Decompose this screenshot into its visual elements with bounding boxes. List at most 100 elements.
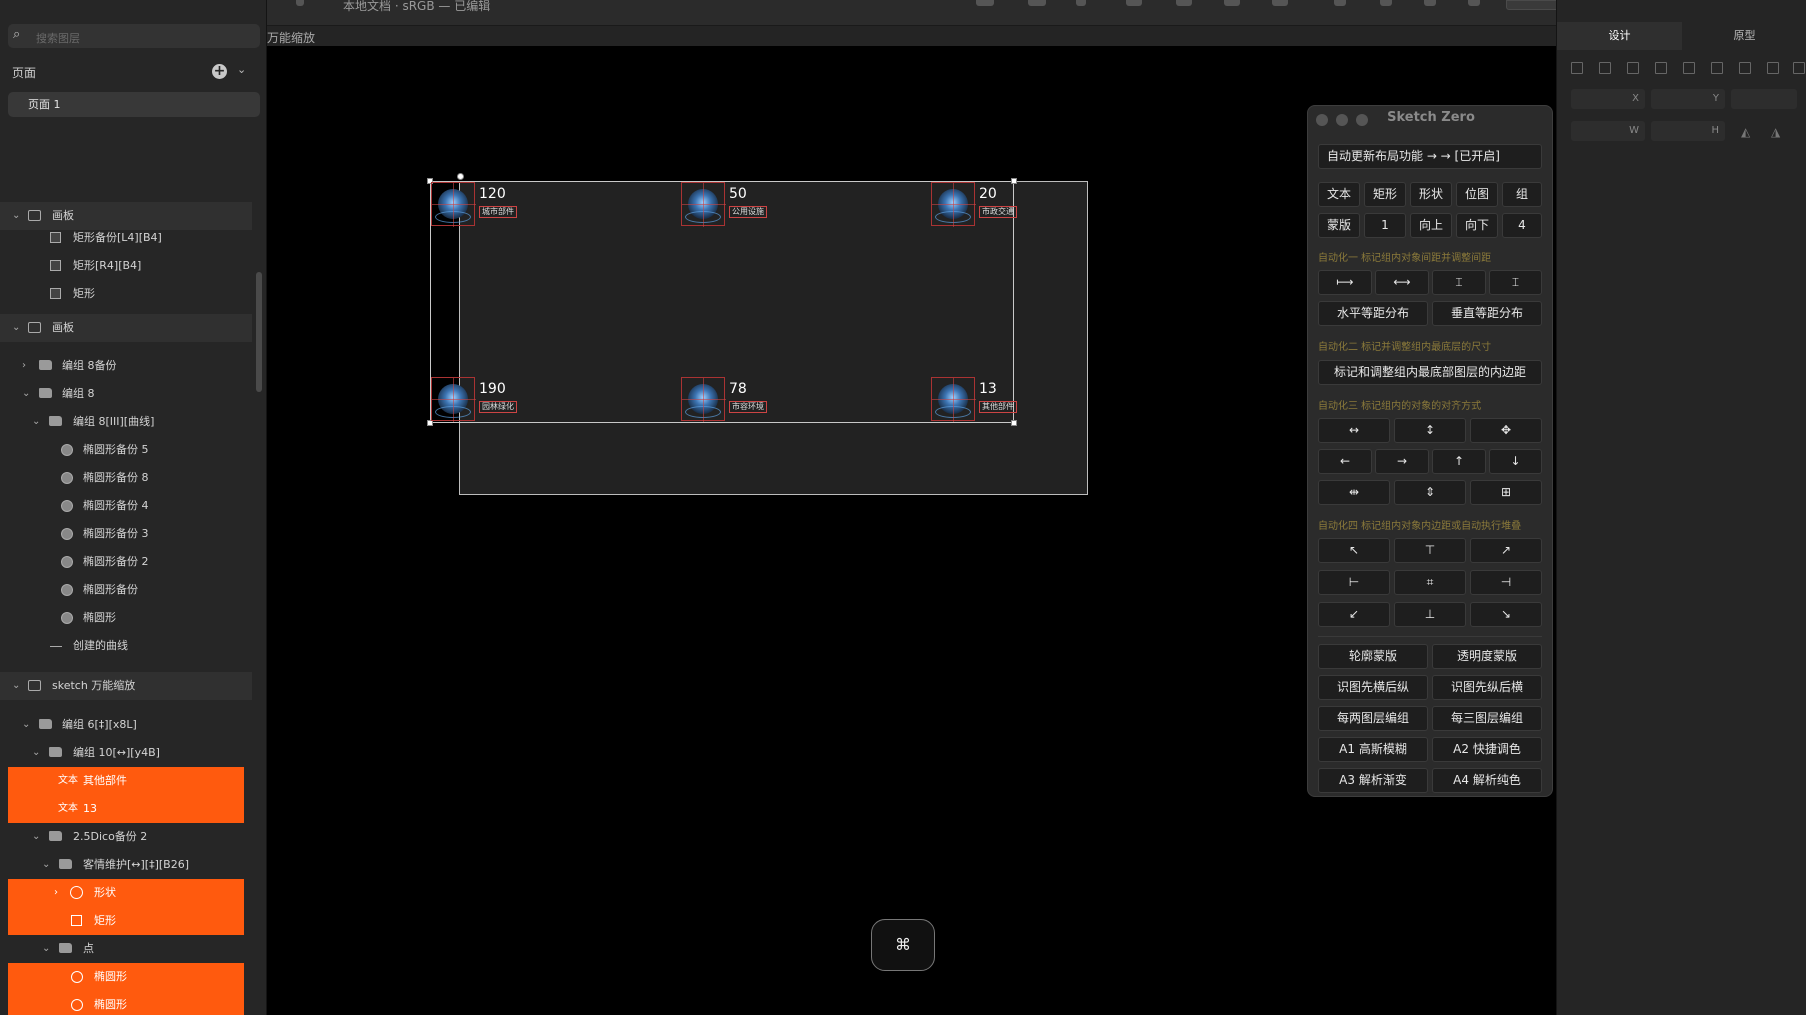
layer-row-artboard[interactable]: ⌄ 画板 <box>0 314 252 342</box>
depth-input[interactable]: 4 <box>1502 213 1542 238</box>
insert-icon[interactable] <box>296 0 304 6</box>
stretch-both-icon[interactable]: ⊞ <box>1470 480 1542 505</box>
select-shape-button[interactable]: 形状 <box>1410 182 1452 207</box>
align-top-icon[interactable] <box>1655 62 1667 74</box>
x-field[interactable]: X <box>1571 89 1645 109</box>
layer-row[interactable]: 椭圆形备份 8 <box>0 464 252 492</box>
flip-horizontal-icon[interactable]: ◭ <box>1741 125 1753 139</box>
align-left-icon[interactable]: ← <box>1318 449 1372 474</box>
pin-bottom-right-icon[interactable]: ↘ <box>1470 602 1542 627</box>
toolbar-icon-10[interactable] <box>1424 0 1436 6</box>
layer-row-group[interactable]: ⌄ 2.5Dico备份 2 <box>0 823 252 851</box>
stretch-v-icon[interactable]: ⇕ <box>1394 480 1466 505</box>
toolbar-icon-11[interactable] <box>1468 0 1480 6</box>
layer-row-group[interactable]: ⌄ 编组 10[↔][y4B] <box>0 739 252 767</box>
distribute-icon[interactable] <box>1793 62 1805 74</box>
chevron-down-icon[interactable]: ⌄ <box>42 935 50 963</box>
stat-tile[interactable]: 13 其他部件 <box>931 377 1031 422</box>
toolbar-icon-4[interactable] <box>1126 0 1142 6</box>
chevron-down-icon[interactable]: ⌄ <box>12 314 20 342</box>
tab-prototype[interactable]: 原型 <box>1682 22 1806 50</box>
align-top-icon[interactable]: ↑ <box>1432 449 1486 474</box>
chevron-right-icon[interactable]: › <box>54 879 58 907</box>
toolbar-icon-5[interactable] <box>1176 0 1192 6</box>
alpha-mask-button[interactable]: 透明度蒙版 <box>1432 644 1542 669</box>
align-h-center-icon[interactable] <box>1599 62 1611 74</box>
chevron-down-icon[interactable]: ⌄ <box>12 672 20 700</box>
auto-update-toggle[interactable]: 自动更新布局功能 → → [已开启] <box>1318 144 1542 169</box>
flip-vertical-icon[interactable]: ◮ <box>1771 125 1783 139</box>
chevron-down-icon[interactable]: ⌄ <box>22 711 30 739</box>
layer-row-selected[interactable]: 椭圆形 <box>8 963 244 991</box>
quick-color-button[interactable]: A2 快捷调色 <box>1432 737 1542 762</box>
toolbar-icon-1[interactable] <box>976 0 994 6</box>
chevron-down-icon[interactable]: ⌄ <box>22 380 30 408</box>
add-page-icon[interactable]: + <box>212 64 227 79</box>
parse-gradient-button[interactable]: A3 解析渐变 <box>1318 768 1428 793</box>
align-right-icon[interactable] <box>1627 62 1639 74</box>
distribute-v-icon[interactable] <box>1767 62 1779 74</box>
chevron-down-icon[interactable]: ⌄ <box>237 63 246 76</box>
align-v-center-icon[interactable] <box>1683 62 1695 74</box>
sidebar-scrollbar[interactable] <box>256 272 262 392</box>
height-field[interactable]: H <box>1651 121 1725 141</box>
pin-left-icon[interactable]: ⊢ <box>1318 570 1390 595</box>
distribute-horizontal-button[interactable]: 水平等距分布 <box>1318 301 1428 326</box>
y-field[interactable]: Y <box>1651 89 1725 109</box>
align-center-icon[interactable]: ✥ <box>1470 418 1542 443</box>
layer-row[interactable]: 椭圆形备份 2 <box>0 548 252 576</box>
align-left-icon[interactable] <box>1571 62 1583 74</box>
align-bottom-icon[interactable]: ↓ <box>1489 449 1542 474</box>
distribute-h-icon[interactable] <box>1739 62 1751 74</box>
pin-bottom-icon[interactable]: ⊥ <box>1394 602 1466 627</box>
stat-tile[interactable]: 78 市容环境 <box>681 377 781 422</box>
layer-row[interactable]: 椭圆形备份 3 <box>0 520 252 548</box>
pin-top-left-icon[interactable]: ↖ <box>1318 538 1390 563</box>
layer-row-selected[interactable]: 矩形 <box>8 907 244 935</box>
layer-row[interactable]: 椭圆形备份 <box>0 576 252 604</box>
spacing-h2-icon[interactable]: ⟷ <box>1375 270 1429 295</box>
artboard-title[interactable]: 万能缩放 <box>267 29 315 46</box>
select-up-button[interactable]: 向上 <box>1410 213 1452 238</box>
pin-center-icon[interactable]: ⌗ <box>1394 570 1466 595</box>
select-down-button[interactable]: 向下 <box>1456 213 1498 238</box>
toolbar-icon-9[interactable] <box>1380 0 1392 6</box>
rotate-handle[interactable] <box>457 173 464 180</box>
select-group-button[interactable]: 组 <box>1502 182 1542 207</box>
spacing-h-icon[interactable]: ⟼ <box>1318 270 1372 295</box>
layer-row-group[interactable]: ⌄ 编组 8[III][曲线] <box>0 408 252 436</box>
toolbar-icon-2[interactable] <box>1028 0 1046 6</box>
toolbar-icon-6[interactable] <box>1224 0 1240 6</box>
select-text-button[interactable]: 文本 <box>1318 182 1360 207</box>
pin-top-right-icon[interactable]: ↗ <box>1470 538 1542 563</box>
toolbar-icon-8[interactable] <box>1334 0 1346 6</box>
padding-button[interactable]: 标记和调整组内最底部图层的内边距 <box>1318 360 1542 385</box>
select-bitmap-button[interactable]: 位图 <box>1456 182 1498 207</box>
chevron-down-icon[interactable]: ⌄ <box>32 823 40 851</box>
align-v-center-icon[interactable]: ↕ <box>1394 418 1466 443</box>
width-field[interactable]: W <box>1571 121 1645 141</box>
layer-row[interactable]: 矩形[R4][B4] <box>0 252 252 280</box>
align-h-center-icon[interactable]: ↔ <box>1318 418 1390 443</box>
layer-row-selected[interactable]: 椭圆形 <box>8 991 244 1015</box>
select-rect-button[interactable]: 矩形 <box>1364 182 1406 207</box>
stat-tile[interactable]: 20 市政交通 <box>931 182 1031 227</box>
stretch-h-icon[interactable]: ⇹ <box>1318 480 1390 505</box>
layer-row-artboard[interactable]: ⌄ sketch 万能缩放 <box>0 672 252 700</box>
align-right-icon[interactable]: → <box>1375 449 1429 474</box>
layer-row-group[interactable]: › 编组 8备份 <box>0 352 252 380</box>
level-input[interactable]: 1 <box>1364 213 1406 238</box>
group-every-two-button[interactable]: 每两图层编组 <box>1318 706 1428 731</box>
page-item-1[interactable]: 页面 1 <box>8 92 260 117</box>
layer-row-selected[interactable]: 文本 其他部件 <box>8 767 244 795</box>
layer-search-field[interactable]: ⌕ 搜索图层 <box>8 24 260 48</box>
layer-row-group[interactable]: ⌄ 编组 8 <box>0 380 252 408</box>
stat-tile[interactable]: 190 园林绿化 <box>431 377 531 422</box>
stat-tile[interactable]: 120 城市部件 <box>431 182 531 227</box>
pin-top-icon[interactable]: ⊤ <box>1394 538 1466 563</box>
spacing-v2-icon[interactable]: ⌶ <box>1489 270 1542 295</box>
spacing-v-icon[interactable]: ⌶ <box>1432 270 1486 295</box>
layer-row[interactable]: 椭圆形备份 5 <box>0 436 252 464</box>
layer-row-selected[interactable]: 文本 13 <box>8 795 244 823</box>
layer-row-group[interactable]: ⌄ 编组 6[‡][x8L] <box>0 711 252 739</box>
